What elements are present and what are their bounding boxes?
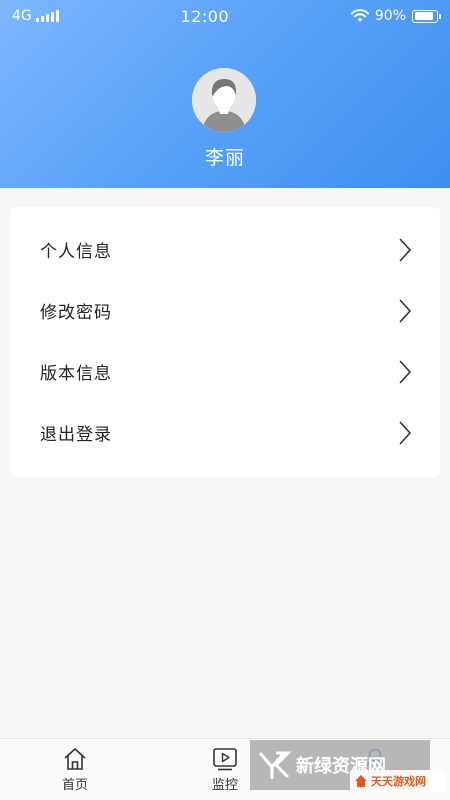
menu-item-label: 修改密码: [40, 303, 112, 323]
default-avatar-icon: [192, 68, 256, 132]
watermark-logo-icon: [258, 751, 292, 779]
menu-item-label: 版本信息: [40, 364, 112, 384]
profile-screen: 4G 12:00 90% 李丽 个人信息 修改密码 版本信息 退出登录 首页 监…: [0, 0, 450, 800]
menu-item-label: 退出登录: [40, 425, 112, 445]
menu-item-label: 个人信息: [40, 242, 112, 262]
chevron-right-icon: [399, 237, 412, 262]
avatar[interactable]: [192, 68, 256, 132]
play-icon: [213, 748, 237, 771]
watermark-house-icon: [355, 775, 367, 787]
menu-item-version-info[interactable]: 版本信息: [10, 341, 440, 402]
signal-icon: [35, 10, 59, 22]
menu-item-personal-info[interactable]: 个人信息: [10, 219, 440, 280]
tab-label: 首页: [61, 778, 88, 793]
watermark-sub: 天天游戏网: [350, 770, 445, 792]
battery-icon: [412, 9, 441, 23]
chevron-right-icon: [399, 420, 412, 445]
tab-home[interactable]: 首页: [0, 739, 150, 800]
status-time: 12:00: [180, 6, 230, 26]
home-icon: [64, 748, 86, 770]
menu-item-logout[interactable]: 退出登录: [10, 402, 440, 463]
status-right: 90%: [350, 8, 441, 24]
status-bar: 4G 12:00 90%: [0, 0, 450, 32]
user-name: 李丽: [204, 147, 245, 169]
settings-menu: 个人信息 修改密码 版本信息 退出登录: [10, 207, 440, 477]
chevron-right-icon: [399, 359, 412, 384]
battery-fill: [414, 12, 434, 20]
chevron-right-icon: [399, 298, 412, 323]
network-label: 4G: [12, 8, 32, 24]
wifi-icon: [350, 9, 369, 22]
menu-item-change-password[interactable]: 修改密码: [10, 280, 440, 341]
status-left: 4G: [12, 8, 59, 24]
profile-header: 4G 12:00 90% 李丽: [0, 0, 450, 188]
watermark-sub-text: 天天游戏网: [371, 775, 426, 788]
battery-percent: 90%: [374, 8, 406, 24]
tab-label: 监控: [211, 778, 238, 793]
